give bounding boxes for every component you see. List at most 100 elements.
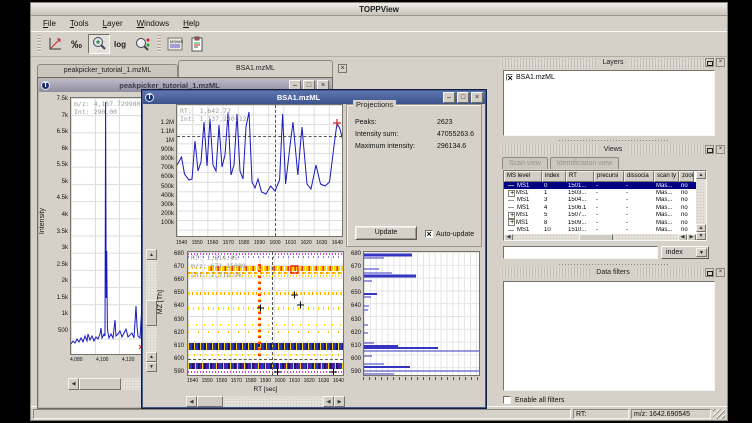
current-position-marker [333,119,341,127]
views-tab[interactable]: Scan view [502,157,548,169]
minimize-button[interactable]: – [443,92,455,103]
layer-visibility-checkbox[interactable] [506,74,513,81]
percentage-intensity-button[interactable]: ‰ [66,34,88,54]
menu-item[interactable]: Tools [63,18,96,29]
toolbar-handle[interactable] [37,35,41,53]
scrollbar-thumb[interactable] [146,300,157,326]
column-header[interactable]: index [542,171,566,182]
horizontal-scrollbar[interactable]: ◀ ◀ ▶ [186,396,345,407]
table-vertical-scrollbar[interactable]: ▲ ▲ ▼ [696,171,706,240]
stat-value: 47055263.6 [437,131,474,138]
axis-tick: 700k [161,165,174,171]
enable-filters-checkbox[interactable] [503,396,511,404]
measure-mode-button[interactable] [132,34,154,54]
scan-table-row[interactable]: MS1 10 1510... - - Mas... no [504,226,696,233]
scroll-up-button[interactable]: ▲ [146,352,157,362]
scroll-left-button[interactable]: ◀ [68,378,79,390]
log-intensity-button[interactable]: log [110,34,132,54]
scroll-left-button[interactable]: ◀ [323,396,334,407]
identification-view-button[interactable] [186,34,208,54]
update-button[interactable]: Update [355,226,417,240]
scroll-up-button[interactable]: ▲ [696,171,706,179]
scroll-left-button[interactable]: ◀ [186,396,197,407]
tree-expander[interactable] [508,227,516,234]
column-header[interactable]: MS level [504,171,542,182]
auto-update-control[interactable]: Auto-update [425,230,474,238]
close-panel-button[interactable]: × [716,268,725,277]
menu-item[interactable]: File [36,18,63,29]
dock-splitter[interactable] [558,263,668,266]
scan-table-header[interactable]: MS level index RT precursi dissocia scan… [504,171,696,182]
tree-expander[interactable] [508,190,515,197]
scrollbar-track[interactable] [513,234,678,241]
column-header[interactable]: dissocia [624,171,654,182]
scroll-down-button[interactable]: ▼ [146,362,157,372]
scan-table-row[interactable]: MS1 0 1501... - - Mas... no [504,182,696,189]
tab-close-button[interactable]: × [338,64,347,73]
scroll-right-button[interactable]: ▶ [687,234,696,241]
tree-expander[interactable] [508,204,516,211]
axis-tick: 1620 [301,240,312,246]
scan-table-row[interactable]: MS1 3 1504... - - Mas... no [504,197,696,204]
mdi-tab[interactable]: peakpicker_tutorial_1.mzML [37,64,178,77]
float-panel-button[interactable] [705,58,714,67]
menu-item[interactable]: Layer [96,18,130,29]
rt-chromatogram-plot[interactable]: RT: 1,642.72Int: 1,137,240.12 [176,104,343,237]
reset-zoom-button[interactable] [44,34,66,54]
resize-grip[interactable] [713,409,725,419]
table-horizontal-scrollbar[interactable]: ◀ ◀ ▶ [504,234,696,241]
scan-table-row[interactable]: MS1 5 1507... - - Mas... no [504,212,696,219]
scan-table-row[interactable]: MS1 4 1506.1 - - Mas... no [504,204,696,211]
scrollbar-track[interactable] [223,396,323,407]
bsa1-titlebar[interactable]: T BSA1.mzML –□× [143,91,485,104]
scroll-down-button[interactable]: ▼ [696,232,706,240]
menu-item[interactable]: Windows [130,18,176,29]
scrollbar-thumb[interactable] [197,396,223,407]
float-panel-button[interactable] [705,145,714,154]
auto-update-checkbox[interactable] [425,230,433,238]
scan-table-row[interactable]: MS1 8 1509... - - Mas... no [504,219,696,226]
chevron-down-icon[interactable]: ▼ [696,248,707,257]
close-button[interactable]: × [471,92,483,103]
column-header[interactable]: RT [566,171,594,182]
column-header[interactable]: zoom [679,171,694,182]
column-header[interactable]: precursi [594,171,624,182]
app-titlebar[interactable]: TOPPView [31,3,727,16]
views-tab[interactable]: Identification view [550,157,619,169]
scroll-up-button[interactable]: ▲ [696,224,706,232]
scan-table-row[interactable]: MS1 1 1503... - - Mas... no [504,189,696,196]
scan-filter-input[interactable] [503,246,658,259]
toolbar-handle[interactable] [157,35,161,53]
zoom-mode-button[interactable] [88,34,110,54]
maximize-button[interactable]: □ [457,92,469,103]
tree-expander[interactable] [508,212,515,219]
mdi-tab[interactable]: BSA1.mzML [178,60,333,77]
close-panel-button[interactable]: × [716,58,725,67]
scrollbar-track[interactable] [696,179,706,224]
scrollbar-track[interactable] [146,260,157,352]
dock-splitter[interactable] [558,139,668,142]
scroll-right-button[interactable]: ▶ [334,396,345,407]
layers-list[interactable]: BSA1.mzML [503,70,715,136]
scroll-left-button[interactable]: ◀ [678,234,687,241]
scrollbar-thumb[interactable] [79,378,121,390]
scroll-up-button[interactable]: ▲ [146,249,157,260]
mz-projection-plot[interactable] [363,251,480,376]
enable-filters-control[interactable]: Enable all filters [503,396,564,404]
scroll-left-button[interactable]: ◀ [504,234,513,241]
tree-expander[interactable] [508,197,516,204]
float-panel-button[interactable] [705,268,714,277]
scan-filter-combo[interactable]: index▼ [661,246,709,259]
heatmap-2d[interactable]: RT: 1,614.45m/z: 671.15089Int: 2,718.96 [187,251,344,376]
tree-expander[interactable] [508,182,516,189]
data-filters-list[interactable] [503,281,715,391]
menu-item[interactable]: Help [176,18,206,29]
close-panel-button[interactable]: × [716,145,725,154]
msms-switch-button[interactable]: MS/MS [164,34,186,54]
tree-expander[interactable] [508,219,515,226]
layer-item[interactable]: BSA1.mzML [504,71,714,83]
vertical-scrollbar[interactable]: ▲ ▲ ▼ [146,249,157,372]
axis-tick: 680 [174,251,184,257]
scan-table[interactable]: MS level index RT precursi dissocia scan… [503,170,707,241]
column-header[interactable]: scan ty [654,171,679,182]
